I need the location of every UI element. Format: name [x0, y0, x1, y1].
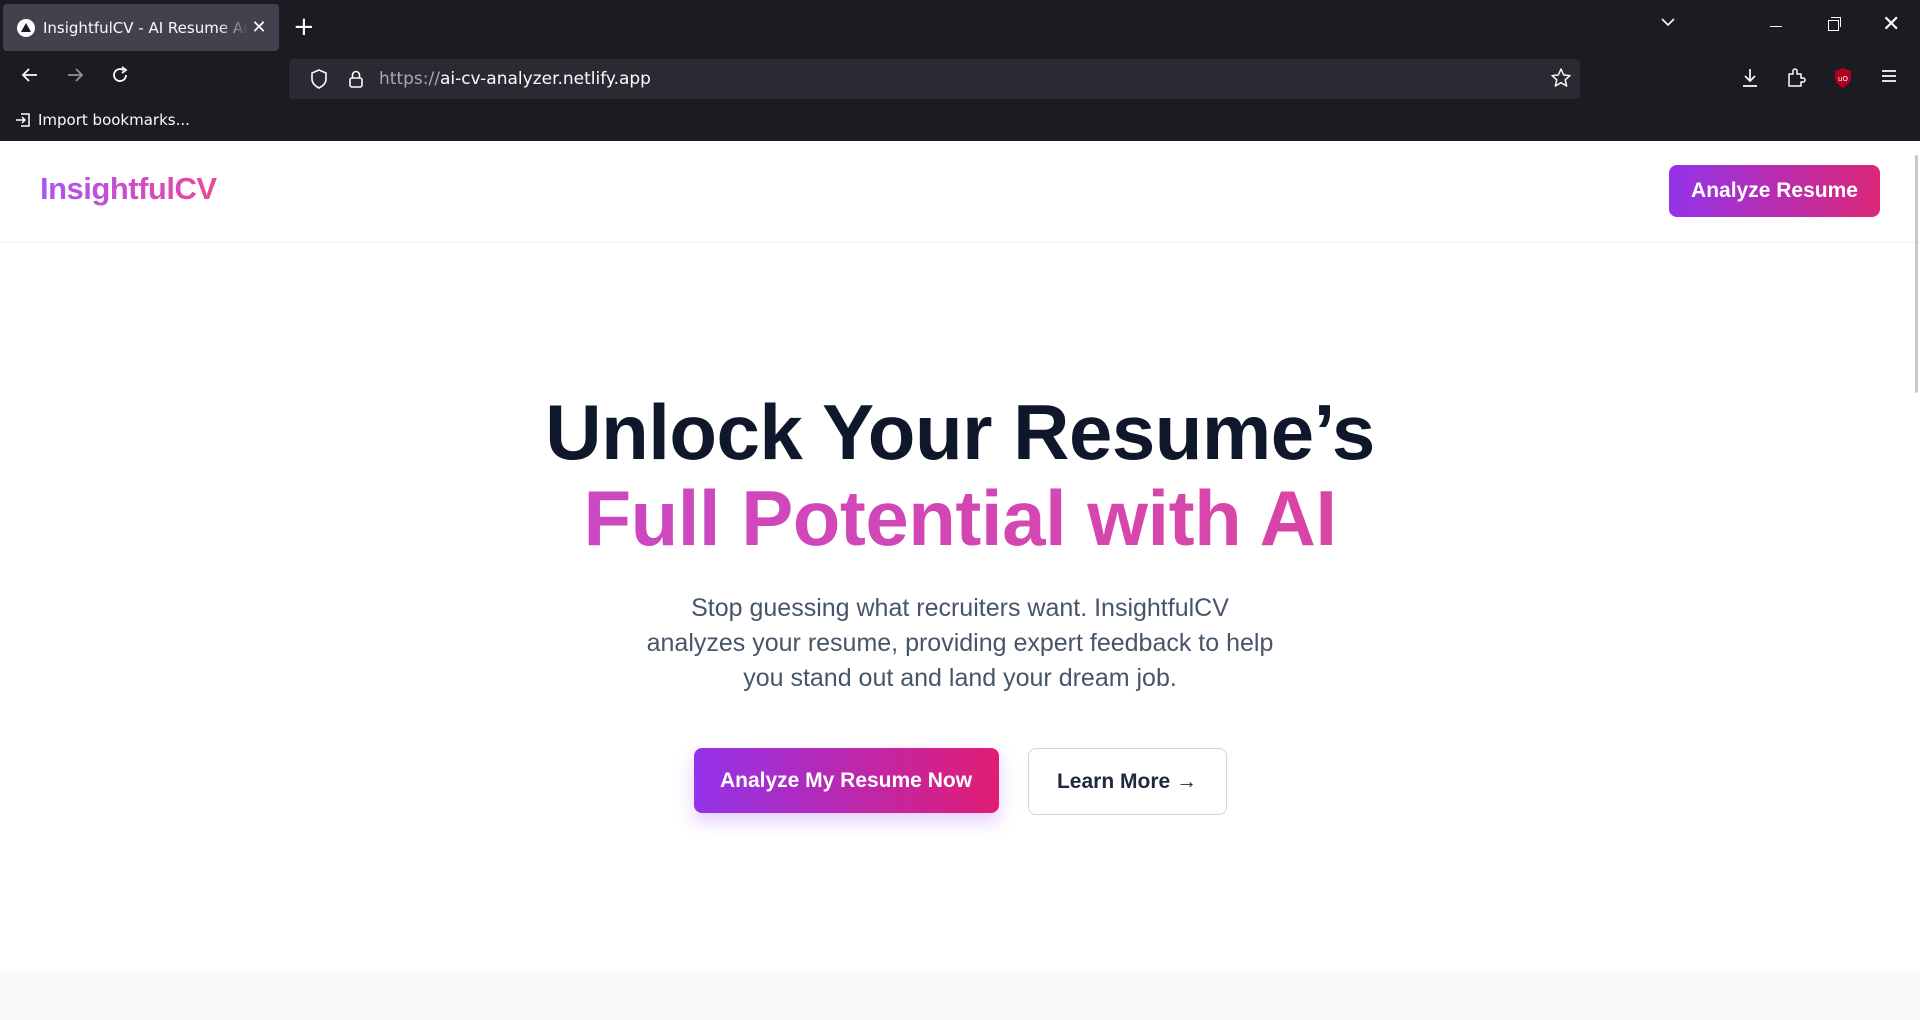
close-icon[interactable]: ✕: [249, 17, 269, 38]
hero-section: Unlock Your Resume’s Full Potential with…: [0, 243, 1920, 815]
browser-tab[interactable]: InsightfulCV - AI Resume Analyzer ✕: [3, 4, 279, 51]
lock-icon[interactable]: [339, 69, 373, 89]
reload-icon[interactable]: [105, 65, 135, 91]
restore-icon[interactable]: [1828, 17, 1841, 31]
chevron-down-icon[interactable]: [1660, 14, 1676, 34]
svg-text:uO: uO: [1838, 75, 1848, 83]
web-page: InsightfulCV Analyze Resume Unlock Your …: [0, 141, 1920, 1020]
forward-arrow-icon[interactable]: [60, 65, 90, 91]
import-bookmarks-label: Import bookmarks...: [38, 111, 190, 129]
tab-strip: InsightfulCV - AI Resume Analyzer ✕ + ✕: [0, 0, 1920, 55]
learn-more-button[interactable]: Learn More →: [1027, 748, 1227, 815]
url-host: ai-cv-analyzer.netlify.app: [439, 69, 651, 89]
page-scrollbar[interactable]: [1915, 155, 1918, 393]
minimize-icon[interactable]: [1770, 26, 1782, 27]
analyze-my-resume-button[interactable]: Analyze My Resume Now: [693, 748, 999, 813]
hero-title-line1: Unlock Your Resume’s: [545, 388, 1375, 476]
shield-icon[interactable]: [299, 69, 339, 89]
hero-actions: Analyze My Resume Now Learn More →: [0, 748, 1920, 815]
window-close-icon[interactable]: ✕: [1882, 12, 1900, 37]
hero-subtitle: Stop guessing what recruiters want. Insi…: [646, 594, 1274, 692]
import-bookmarks-link[interactable]: Import bookmarks...: [14, 111, 190, 129]
url-text[interactable]: https://ai-cv-analyzer.netlify.app: [379, 69, 651, 89]
import-icon: [16, 113, 30, 127]
hero-title: Unlock Your Resume’s Full Potential with…: [0, 389, 1920, 561]
site-header: InsightfulCV Analyze Resume: [0, 141, 1920, 243]
bookmarks-toolbar: Import bookmarks...: [0, 105, 1920, 141]
download-icon[interactable]: [1740, 67, 1760, 93]
next-section-edge: [0, 971, 1920, 1020]
site-logo[interactable]: InsightfulCV: [40, 171, 217, 207]
star-icon[interactable]: [1550, 67, 1572, 93]
back-arrow-icon[interactable]: [15, 65, 45, 91]
url-bar[interactable]: https://ai-cv-analyzer.netlify.app: [289, 59, 1580, 99]
plus-icon[interactable]: +: [293, 13, 315, 41]
browser-chrome: InsightfulCV - AI Resume Analyzer ✕ + ✕: [0, 0, 1920, 141]
url-scheme: https://: [379, 69, 440, 89]
site-favicon-icon: [17, 18, 35, 37]
navigation-bar: https://ai-cv-analyzer.netlify.app uO: [0, 55, 1920, 105]
hero-title-line2: Full Potential with AI: [0, 475, 1920, 561]
menu-icon[interactable]: [1880, 67, 1898, 89]
tab-title: InsightfulCV - AI Resume Analyzer: [43, 18, 249, 37]
extensions-icon[interactable]: [1786, 67, 1806, 93]
analyze-resume-button[interactable]: Analyze Resume: [1669, 165, 1880, 217]
ublock-icon[interactable]: uO: [1833, 67, 1853, 93]
